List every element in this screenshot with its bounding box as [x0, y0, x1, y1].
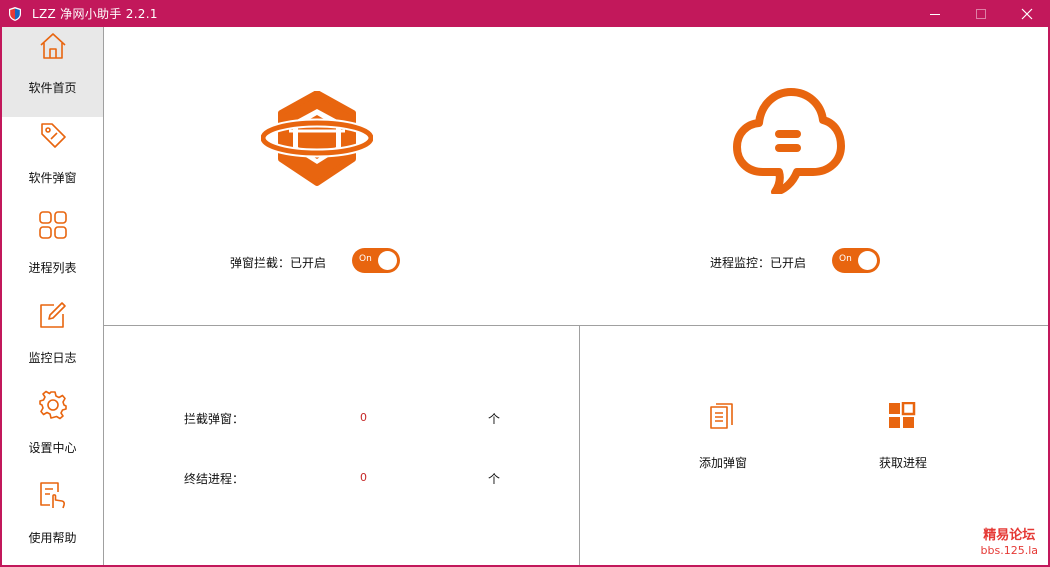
close-icon [1021, 8, 1033, 19]
sidebar-item-label: 软件弹窗 [28, 171, 77, 185]
squares-grid-icon [886, 400, 918, 432]
sidebar-item-logs[interactable]: 监控日志 [2, 297, 103, 387]
killed-processes-value: 0 [360, 471, 367, 484]
title-bar: LZZ 净网小助手 2.2.1 [0, 0, 1050, 27]
toggle-knob [378, 251, 397, 270]
toggle-label: On [839, 254, 852, 264]
add-popup-label: 添加弹窗 [698, 456, 747, 470]
sidebar-item-label: 监控日志 [28, 351, 77, 365]
help-document-icon [37, 479, 69, 511]
status-panel: 弹窗拦截：已开启 On 进程监控：已开启 On [104, 27, 1048, 326]
add-popup-button[interactable]: 添加弹窗 [678, 400, 768, 490]
popup-block-status: 弹窗拦截：已开启 [230, 256, 327, 270]
blocked-popups-value: 0 [360, 411, 367, 424]
planet-shield-icon [258, 90, 376, 190]
sidebar-item-label: 设置中心 [28, 441, 77, 455]
watermark-url: bbs.125.la [980, 544, 1038, 557]
documents-icon [706, 400, 738, 432]
watermark-title: 精易论坛 [983, 528, 1036, 543]
sidebar-item-label: 软件首页 [28, 81, 77, 95]
edit-icon [37, 299, 69, 331]
sidebar: 软件首页 软件弹窗 进程列表 监控日志 设置中心 使用帮助 [2, 27, 104, 565]
sidebar-item-label: 使用帮助 [28, 531, 77, 545]
sidebar-item-processes[interactable]: 进程列表 [2, 207, 103, 297]
popup-block-toggle[interactable]: On [352, 248, 400, 273]
sidebar-item-settings[interactable]: 设置中心 [2, 387, 103, 477]
process-monitor-toggle[interactable]: On [832, 248, 880, 273]
sidebar-item-label: 进程列表 [28, 261, 77, 275]
window-title: LZZ 净网小助手 2.2.1 [32, 7, 158, 21]
grid-icon [37, 209, 69, 241]
close-button[interactable] [1004, 0, 1050, 27]
killed-processes-unit: 个 [488, 472, 501, 486]
process-monitor-status: 进程监控：已开启 [710, 256, 807, 270]
minimize-icon [930, 13, 940, 15]
get-process-label: 获取进程 [878, 456, 927, 470]
maximize-button[interactable] [958, 0, 1004, 27]
blocked-popups-label: 拦截弹窗： [184, 412, 245, 426]
tag-icon [37, 119, 69, 151]
cloud-chat-icon [733, 88, 845, 197]
gear-icon [37, 389, 69, 421]
watermark: 精易论坛 bbs.125.la [981, 524, 1038, 557]
toggle-knob [858, 251, 877, 270]
get-process-button[interactable]: 获取进程 [858, 400, 948, 490]
stats-panel: 拦截弹窗： 0 个 终结进程： 0 个 [104, 326, 580, 565]
sidebar-item-home[interactable]: 软件首页 [2, 27, 103, 117]
home-icon [37, 30, 69, 62]
blocked-popups-unit: 个 [488, 412, 501, 426]
minimize-button[interactable] [912, 0, 958, 27]
maximize-icon [976, 8, 986, 19]
toggle-label: On [359, 254, 372, 264]
shield-icon [7, 6, 23, 22]
sidebar-item-help[interactable]: 使用帮助 [2, 477, 103, 567]
killed-processes-label: 终结进程： [184, 472, 245, 486]
actions-panel: 添加弹窗 获取进程 [581, 326, 1048, 565]
sidebar-item-popups[interactable]: 软件弹窗 [2, 117, 103, 207]
